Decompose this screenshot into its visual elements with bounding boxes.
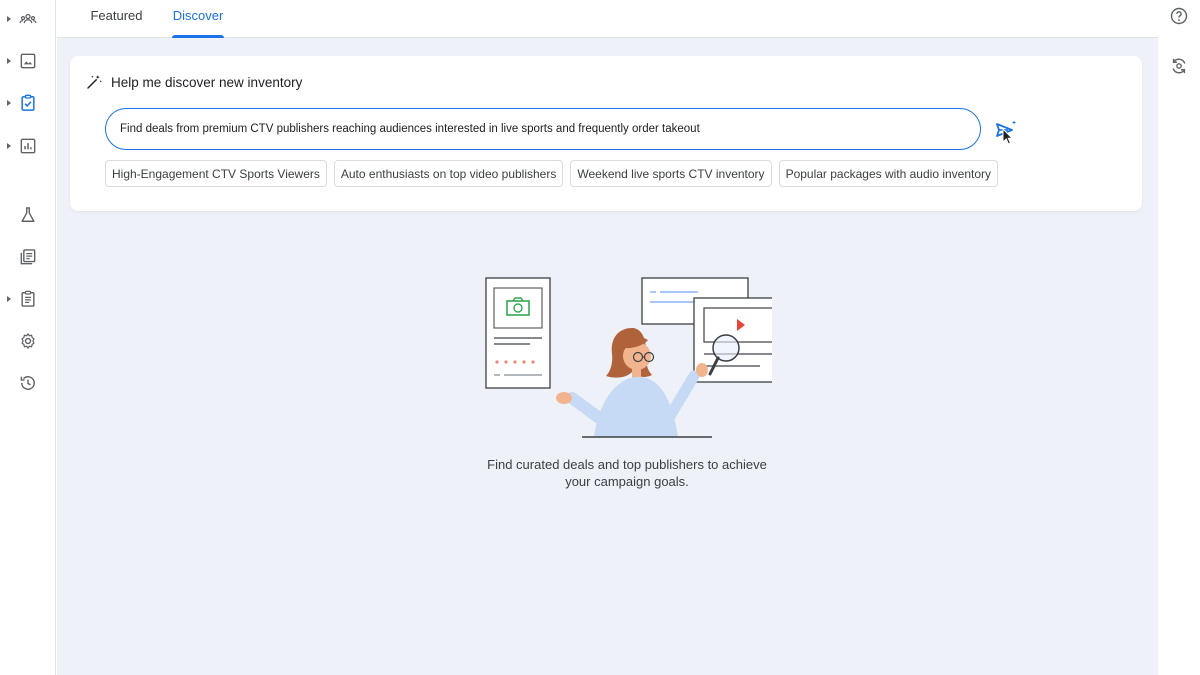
expand-caret-icon [7, 58, 11, 64]
history-icon [20, 376, 35, 390]
suggestion-chip[interactable]: Weekend live sports CTV inventory [570, 160, 772, 187]
right-rail [1158, 0, 1200, 675]
left-nav-rail [0, 0, 56, 675]
empty-state-line-1: Find curated deals and top publishers to… [487, 457, 767, 472]
prompt-input[interactable] [105, 108, 981, 150]
nav-item-creatives[interactable] [0, 44, 56, 78]
help-icon [1170, 7, 1188, 25]
expand-caret-icon [7, 16, 11, 22]
suggestion-chip[interactable]: Auto enthusiasts on top video publishers [333, 160, 564, 187]
expand-caret-icon [7, 143, 11, 149]
experiments-icon [21, 207, 35, 222]
sync-icon [1172, 58, 1186, 74]
tab-featured[interactable]: Featured [90, 0, 143, 38]
empty-state-message: Find curated deals and top publishers to… [417, 456, 837, 490]
mouse-cursor-icon [1002, 128, 1014, 145]
tab-bar: Featured Discover [57, 0, 1158, 38]
reports-icon [20, 138, 36, 154]
nav-item-reports[interactable] [0, 129, 56, 163]
discover-illustration [485, 277, 772, 438]
expand-caret-icon [7, 296, 11, 302]
card-title: Help me discover new inventory [111, 74, 303, 90]
suggestion-chip[interactable]: Popular packages with audio inventory [778, 160, 999, 187]
nav-item-audiences[interactable] [0, 2, 56, 36]
library-icon [20, 249, 36, 265]
nav-item-settings[interactable] [0, 324, 56, 358]
discover-card: Help me discover new inventory High-Enga… [70, 56, 1142, 211]
creative-icon [20, 53, 36, 69]
prompt-row [105, 108, 1035, 150]
tab-discover[interactable]: Discover [172, 0, 224, 38]
clipboard-icon [21, 290, 35, 307]
expand-caret-icon [7, 100, 11, 106]
nav-item-library[interactable] [0, 240, 56, 274]
audience-icon [19, 13, 37, 24]
suggestion-chip[interactable]: High-Engagement CTV Sports Viewers [105, 160, 327, 187]
inventory-icon [21, 94, 35, 111]
suggestion-chips: High-Engagement CTV Sports Viewers Auto … [105, 160, 999, 187]
main-content: Featured Discover Help me discover new i… [57, 0, 1158, 675]
app-window: Featured Discover Help me discover new i… [0, 0, 1200, 675]
settings-icon [21, 333, 35, 349]
sync-button[interactable] [1168, 55, 1190, 77]
empty-state-line-2: your campaign goals. [565, 474, 689, 489]
nav-item-history[interactable] [0, 366, 56, 400]
nav-item-orders[interactable] [0, 282, 56, 316]
nav-item-inventory[interactable] [0, 86, 56, 120]
nav-item-experiments[interactable] [0, 198, 56, 232]
card-header: Help me discover new inventory [85, 72, 302, 92]
help-button[interactable] [1168, 5, 1190, 27]
magic-wand-icon [87, 75, 102, 89]
